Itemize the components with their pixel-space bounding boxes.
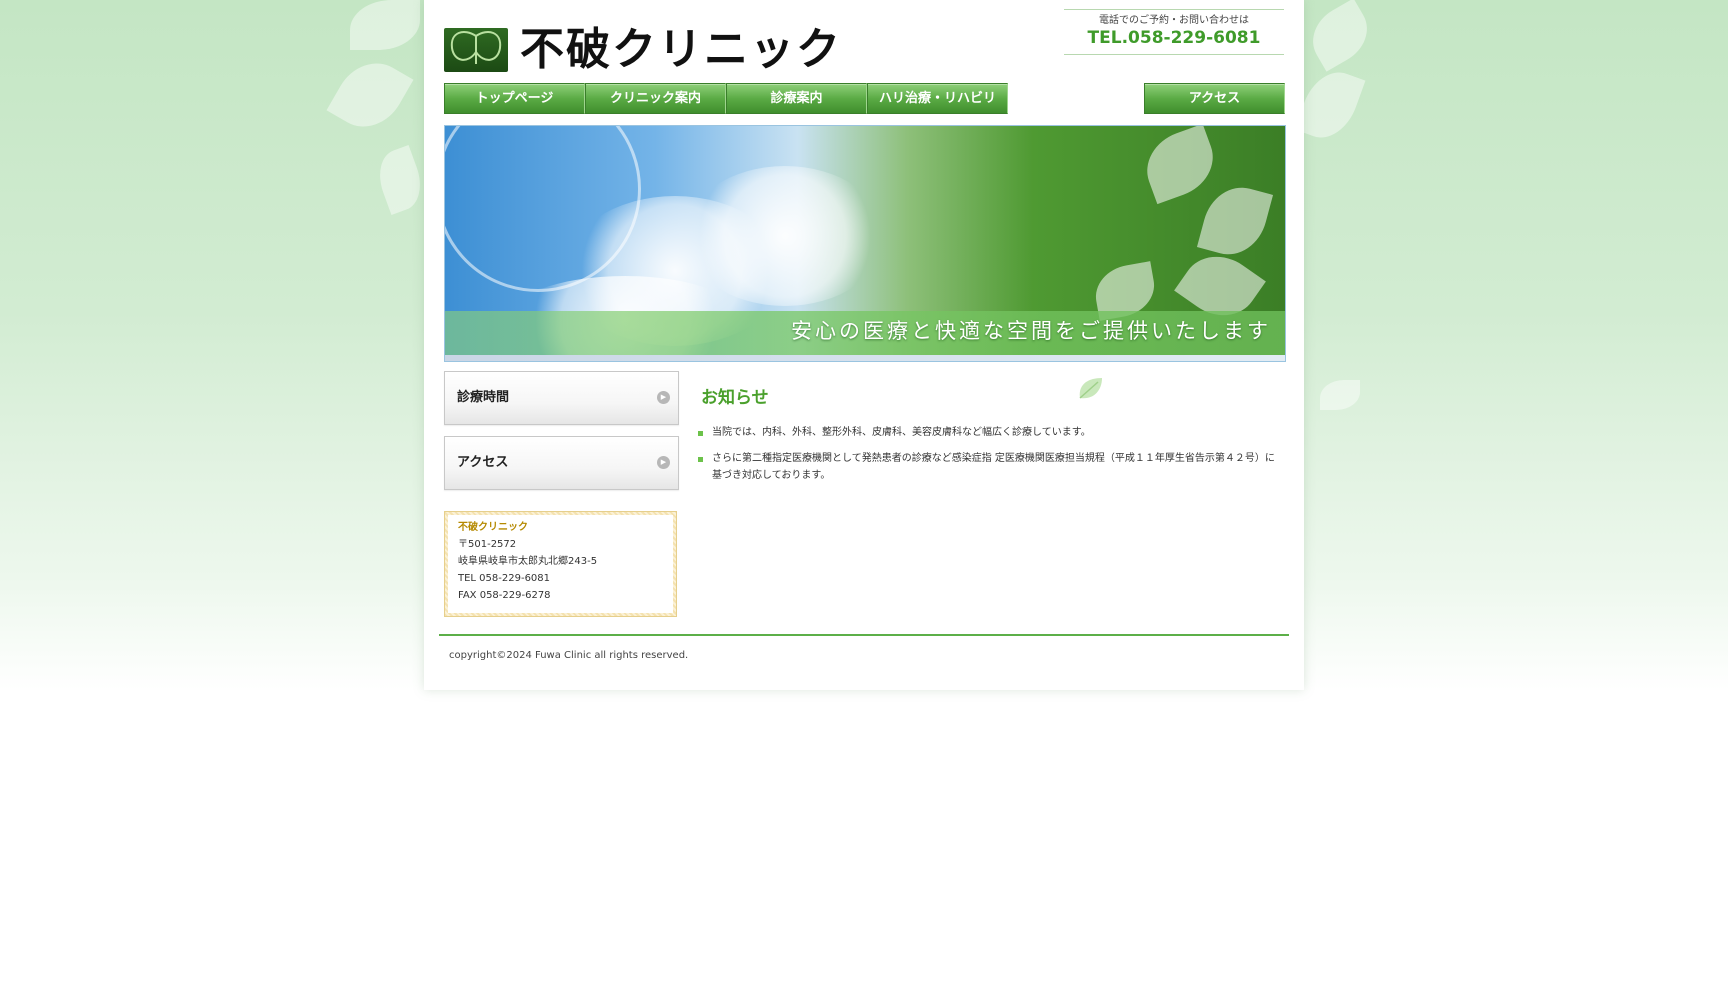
footer-divider <box>439 634 1289 636</box>
sidebar-button-label: 診療時間 <box>457 390 510 405</box>
news-item-text: 当院では、内科、外科、整形外科、皮膚科、美容皮膚科など幅広く診療しています。 <box>712 427 1091 438</box>
copyright: copyright©2024 Fuwa Clinic all rights re… <box>449 650 689 661</box>
clinic-postal: 〒501-2572 <box>458 539 517 550</box>
news-item-text: さらに第二種指定医療機関として発熱患者の診療など感染症指 定医療機関医療担当規程… <box>712 453 1275 481</box>
news-item: さらに第二種指定医療機関として発熱患者の診療など感染症指 定医療機関医療担当規程… <box>698 450 1278 484</box>
clinic-logo[interactable]: 不破クリニック <box>444 24 840 76</box>
sidebar-button-label: アクセス <box>457 455 509 470</box>
bullet-icon <box>698 431 703 436</box>
hero-banner: 安心の医療と快適な空間をご提供いたします <box>444 125 1286 362</box>
hero-cloud-decoration <box>685 166 885 306</box>
clinic-info-content: 不破クリニック 〒501-2572 岐阜県岐阜市太郎丸北郷243-5 TEL 0… <box>448 515 673 613</box>
nav-item-access[interactable]: アクセス <box>1144 83 1285 114</box>
background-leaf-decoration <box>1320 380 1360 410</box>
butterfly-logo-icon <box>444 28 508 72</box>
hero-bottom-strip <box>445 355 1285 361</box>
page-container: 不破クリニック 電話でのご予約・お問い合わせは TEL.058-229-6081… <box>424 0 1304 690</box>
phone-number[interactable]: TEL.058-229-6081 <box>1064 27 1284 49</box>
background-leaf-decoration <box>326 49 414 141</box>
contact-note: 電話でのご予約・お問い合わせは <box>1099 15 1249 26</box>
main-nav: トップページ クリニック案内 診療案内 ハリ治療・リハビリ <box>444 83 1008 114</box>
clinic-fax: FAX 058-229-6278 <box>458 590 551 601</box>
hero-tagline: 安心の医療と快適な空間をご提供いたします <box>791 319 1271 343</box>
background-leaf-decoration <box>1294 63 1366 147</box>
nav-item-medical-info[interactable]: 診療案内 <box>726 83 867 114</box>
nav-item-clinic-info[interactable]: クリニック案内 <box>585 83 726 114</box>
arrow-right-icon: ▶ <box>657 456 670 469</box>
news-item: 当院では、内科、外科、整形外科、皮膚科、美容皮膚科など幅広く診療しています。 <box>698 424 1278 441</box>
hero-leaf-decoration <box>1136 126 1224 205</box>
sidebar-button-hours[interactable]: 診療時間 ▶ <box>444 371 679 425</box>
clinic-info-box: 不破クリニック 〒501-2572 岐阜県岐阜市太郎丸北郷243-5 TEL 0… <box>444 511 677 617</box>
clinic-address: 岐阜県岐阜市太郎丸北郷243-5 <box>458 556 598 567</box>
bullet-icon <box>698 457 703 462</box>
arrow-right-icon: ▶ <box>657 391 670 404</box>
nav-item-top[interactable]: トップページ <box>444 83 585 114</box>
background-leaf-decoration <box>370 144 430 216</box>
news-title: お知らせ <box>701 388 769 408</box>
contact-box: 電話でのご予約・お問い合わせは TEL.058-229-6081 <box>1064 9 1284 55</box>
hero-leaf-decoration <box>1196 179 1274 263</box>
sidebar-button-access[interactable]: アクセス ▶ <box>444 436 679 490</box>
logo-text: 不破クリニック <box>520 24 842 75</box>
clinic-name: 不破クリニック <box>458 522 528 533</box>
nav-item-acupuncture-rehab[interactable]: ハリ治療・リハビリ <box>867 83 1008 114</box>
news-list: 当院では、内科、外科、整形外科、皮膚科、美容皮膚科など幅広く診療しています。 さ… <box>698 424 1278 493</box>
background-leaf-decoration <box>350 0 420 50</box>
leaf-icon <box>1076 376 1106 402</box>
clinic-tel: TEL 058-229-6081 <box>458 573 551 584</box>
background-leaf-decoration <box>1301 0 1379 72</box>
